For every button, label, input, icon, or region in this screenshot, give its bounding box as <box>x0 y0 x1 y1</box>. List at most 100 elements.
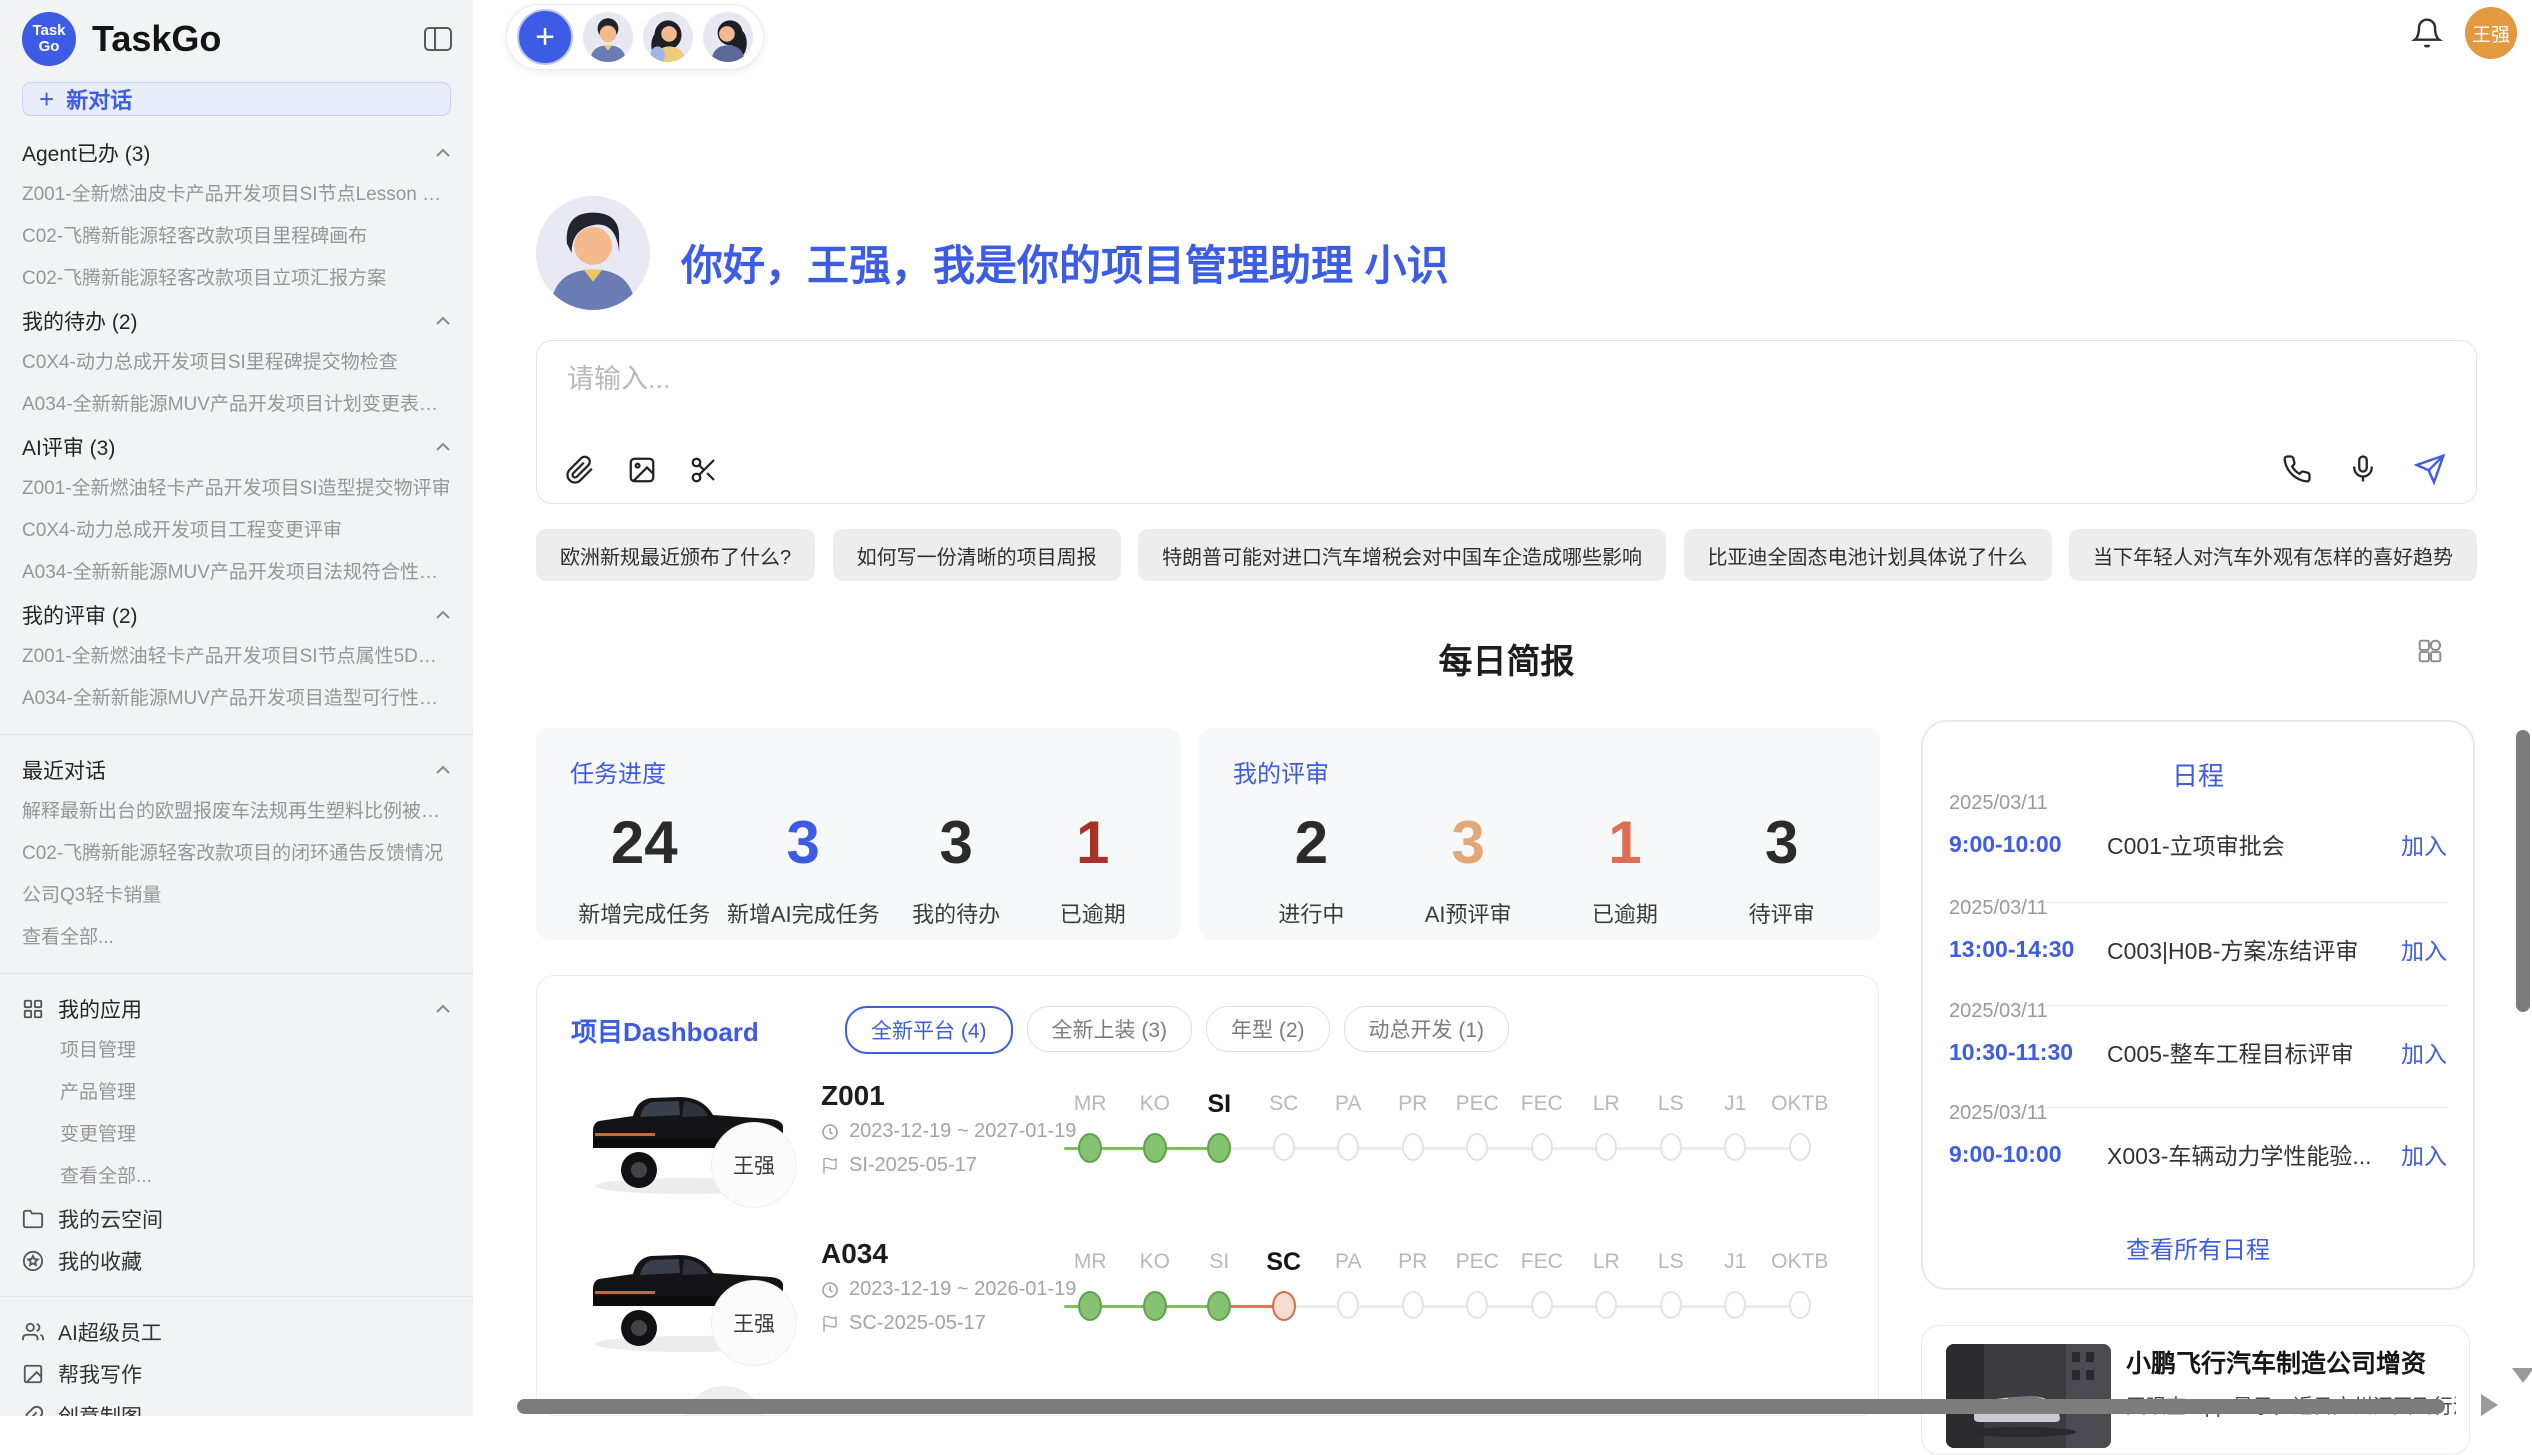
list-item[interactable]: C02-飞腾新能源轻客改款项目里程碑画布 <box>0 216 473 258</box>
microphone-icon[interactable] <box>2348 454 2378 484</box>
suggestion-chip[interactable]: 特朗普可能对进口汽车增税会对中国车企造成哪些影响 <box>1138 529 1666 581</box>
owner-badge: 王强 <box>711 1122 797 1208</box>
user-avatar[interactable]: 王强 <box>2465 7 2517 59</box>
milestone-dot-mr <box>1078 1133 1102 1163</box>
vertical-scrollbar[interactable] <box>2516 730 2530 1012</box>
add-agent-button[interactable]: + <box>517 9 573 65</box>
scroll-down-arrow[interactable] <box>2512 1368 2532 1383</box>
milestone-label-ls: LS <box>1639 1246 1704 1278</box>
scissors-icon[interactable] <box>689 455 719 485</box>
users-icon <box>22 1321 44 1343</box>
section-label: AI评审 (3) <box>22 432 115 462</box>
sidebar-item-product-mgmt[interactable]: 产品管理 <box>0 1072 473 1114</box>
tab-powertrain[interactable]: 动总开发 (1) <box>1344 1006 1510 1052</box>
ai-employee-label: AI超级员工 <box>58 1317 162 1347</box>
clock-icon <box>821 1281 839 1299</box>
view-all-chats[interactable]: 查看全部... <box>0 917 473 959</box>
section-my-apps[interactable]: 我的应用 <box>0 988 473 1030</box>
sidebar-item-change-mgmt[interactable]: 变更管理 <box>0 1114 473 1156</box>
sidebar-item-creative-draw[interactable]: 创意制图 <box>0 1395 473 1416</box>
stat-in-progress: 2进行中 <box>1251 811 1371 929</box>
list-item[interactable]: Z001-全新燃油皮卡产品开发项目SI节点Lesson Learn报告 <box>0 174 473 216</box>
new-chat-button[interactable]: + 新对话 <box>22 82 451 116</box>
join-button[interactable]: 加入 <box>2401 1035 2447 1069</box>
project-row[interactable]: 王强 Z001 2023-12-19 ~ 2027-01-19 SI-2025-… <box>537 1076 1878 1228</box>
list-item[interactable]: Z001-全新燃油轻卡产品开发项目SI造型提交物评审 <box>0 468 473 510</box>
schedule-event[interactable]: 2025/03/11 9:00-10:00 X003-车辆动力学性能验... 加… <box>1949 1102 2447 1171</box>
favorites-label: 我的收藏 <box>58 1246 142 1276</box>
list-item[interactable]: C02-飞腾新能源轻客改款项目立项汇报方案 <box>0 258 473 300</box>
list-item[interactable]: C02-飞腾新能源轻客改款项目的闭环通告反馈情况 <box>0 833 473 875</box>
section-my-todo[interactable]: 我的待办 (2) <box>0 300 473 342</box>
scroll-right-arrow[interactable] <box>2481 1394 2498 1416</box>
join-button[interactable]: 加入 <box>2401 1137 2447 1171</box>
sidebar-list: Agent已办 (3) Z001-全新燃油皮卡产品开发项目SI节点Lesson … <box>0 132 473 1416</box>
send-icon[interactable] <box>2414 453 2446 485</box>
list-item[interactable]: 公司Q3轻卡销量 <box>0 875 473 917</box>
event-date: 2025/03/11 <box>1949 792 2447 815</box>
suggestion-chip[interactable]: 如何写一份清晰的项目周报 <box>833 529 1121 581</box>
chat-input[interactable] <box>565 363 2169 396</box>
user-name: 王强 <box>2472 20 2510 47</box>
list-item[interactable]: A034-全新新能源MUV产品开发项目造型可行性评审 <box>0 678 473 720</box>
suggestion-chip[interactable]: 当下年轻人对汽车外观有怎样的喜好趋势 <box>2069 529 2477 581</box>
schedule-event[interactable]: 2025/03/11 9:00-10:00 C001-立项审批会 加入 <box>1949 792 2447 861</box>
horizontal-scrollbar[interactable] <box>517 1399 2445 1414</box>
milestone-dot-pa <box>1337 1133 1359 1161</box>
quill-icon <box>22 1405 44 1416</box>
chevron-up-icon <box>435 1004 451 1014</box>
news-card[interactable]: 小鹏飞行汽车制造公司增资 天眼查 App 显示，近日广州汇天飞行汽 <box>1921 1325 2470 1455</box>
milestone-label-j1: J1 <box>1703 1246 1768 1278</box>
section-ai-review[interactable]: AI评审 (3) <box>0 426 473 468</box>
view-all-schedule[interactable]: 查看所有日程 <box>1923 1230 2473 1265</box>
agent-avatar-2[interactable] <box>643 12 693 62</box>
chevron-up-icon <box>435 442 451 452</box>
section-agent-done[interactable]: Agent已办 (3) <box>0 132 473 174</box>
list-item[interactable]: Z001-全新燃油轻卡产品开发项目SI节点属性5D文件评审 <box>0 636 473 678</box>
collapse-sidebar-icon[interactable] <box>423 26 453 52</box>
task-progress-card: 任务进度 24新增完成任务 3新增AI完成任务 3我的待办 1已逾期 <box>536 728 1181 940</box>
owner-badge: 王强 <box>711 1280 797 1366</box>
join-button[interactable]: 加入 <box>2401 827 2447 861</box>
chevron-up-icon <box>435 148 451 158</box>
composer-right-tools <box>2282 453 2446 485</box>
list-item[interactable]: A034-全新新能源MUV产品开发项目法规符合性评审 <box>0 552 473 594</box>
event-time: 9:00-10:00 <box>1949 1141 2107 1168</box>
image-icon[interactable] <box>627 455 657 485</box>
sidebar-item-favorites[interactable]: 我的收藏 <box>0 1240 473 1282</box>
schedule-event[interactable]: 2025/03/11 10:30-11:30 C005-整车工程目标评审 加入 <box>1949 1000 2447 1069</box>
sidebar-item-cloud-space[interactable]: 我的云空间 <box>0 1198 473 1240</box>
section-recent-chats[interactable]: 最近对话 <box>0 749 473 791</box>
my-review-card: 我的评审 2进行中 3AI预评审 1已逾期 3待评审 <box>1199 728 1880 940</box>
milestone-dot-ls <box>1660 1133 1682 1161</box>
milestone-label-pr: PR <box>1381 1246 1446 1278</box>
list-item[interactable]: C0X4-动力总成开发项目工程变更评审 <box>0 510 473 552</box>
tab-year-model[interactable]: 年型 (2) <box>1206 1006 1330 1052</box>
event-time: 13:00-14:30 <box>1949 936 2107 963</box>
list-item[interactable]: C0X4-动力总成开发项目SI里程碑提交物检查 <box>0 342 473 384</box>
section-my-review[interactable]: 我的评审 (2) <box>0 594 473 636</box>
tab-new-platform[interactable]: 全新平台 (4) <box>845 1006 1013 1054</box>
schedule-event[interactable]: 2025/03/11 13:00-14:30 C003|H0B-方案冻结评审 加… <box>1949 897 2447 966</box>
milestone-track: MRKOSISCPAPRPECFECLRLSJ1OKTB <box>1058 1088 1832 1188</box>
suggestion-chip[interactable]: 比亚迪全固态电池计划具体说了什么 <box>1684 529 2052 581</box>
sidebar-item-ai-employee[interactable]: AI超级员工 <box>0 1311 473 1353</box>
tab-new-body[interactable]: 全新上装 (3) <box>1027 1006 1193 1052</box>
agent-avatar-1[interactable] <box>583 12 633 62</box>
view-all-apps[interactable]: 查看全部... <box>0 1156 473 1198</box>
taskgo-logo: Task Go <box>22 12 76 66</box>
sidebar-item-project-mgmt[interactable]: 项目管理 <box>0 1030 473 1072</box>
suggestion-chip[interactable]: 欧洲新规最近颁布了什么? <box>536 529 815 581</box>
list-item[interactable]: 解释最新出台的欧盟报废车法规再生塑料比例被调至15%... <box>0 791 473 833</box>
agent-avatar-3[interactable] <box>703 12 753 62</box>
schedule-title: 日程 <box>1923 756 2473 793</box>
layout-grid-icon[interactable] <box>2417 638 2443 664</box>
join-button[interactable]: 加入 <box>2401 932 2447 966</box>
phone-icon[interactable] <box>2282 454 2312 484</box>
milestone-dot-lr <box>1595 1133 1617 1161</box>
list-item[interactable]: A034-全新新能源MUV产品开发项目计划变更表编写 <box>0 384 473 426</box>
sidebar-item-help-write[interactable]: 帮我写作 <box>0 1353 473 1395</box>
notification-bell-icon[interactable] <box>2411 16 2443 50</box>
project-row[interactable]: 王强 A034 2023-12-19 ~ 2026-01-19 SC-2025-… <box>537 1234 1878 1386</box>
attachment-icon[interactable] <box>565 455 595 485</box>
